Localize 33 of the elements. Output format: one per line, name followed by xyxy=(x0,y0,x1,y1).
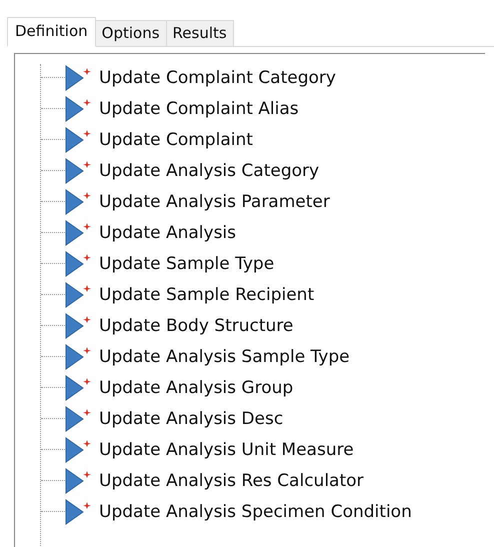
tab[interactable]: Definition xyxy=(7,17,96,47)
arrow-star-icon xyxy=(65,312,93,338)
tree-item[interactable]: Update Analysis xyxy=(99,222,236,242)
arrow-star-icon xyxy=(65,406,93,432)
arrow-star-icon xyxy=(65,250,93,276)
tree-item[interactable]: Update Analysis Res Calculator xyxy=(99,470,364,490)
arrow-star-icon xyxy=(65,126,93,152)
arrow-star-icon xyxy=(65,436,93,462)
tree-item[interactable]: Update Complaint xyxy=(99,130,253,150)
tree-item[interactable]: Update Body Structure xyxy=(99,316,294,336)
arrow-star-icon xyxy=(65,64,93,90)
arrow-star-icon xyxy=(65,344,93,370)
tree-item[interactable]: Update Analysis Sample Type xyxy=(99,346,350,366)
tree-item[interactable]: Update Sample Recipient xyxy=(99,284,314,304)
tree-item[interactable]: Update Analysis Specimen Condition xyxy=(99,502,412,522)
tab[interactable]: Results xyxy=(166,20,234,46)
tree-item[interactable]: Update Analysis Desc xyxy=(99,408,284,428)
arrow-star-icon xyxy=(65,158,93,184)
arrow-star-icon xyxy=(65,282,93,308)
tab[interactable]: Options xyxy=(94,20,167,46)
tree-item[interactable]: Update Sample Type xyxy=(99,254,274,274)
arrow-star-icon xyxy=(65,468,93,494)
arrow-star-icon xyxy=(65,96,93,122)
tree-item[interactable]: Update Complaint Category xyxy=(99,68,336,88)
tree-item[interactable]: Update Analysis Unit Measure xyxy=(99,440,354,460)
arrow-star-icon xyxy=(65,188,93,214)
tree-item[interactable]: Update Analysis Category xyxy=(99,160,320,180)
arrow-star-icon xyxy=(65,498,93,524)
tree-item[interactable]: Update Analysis Group xyxy=(99,378,294,398)
arrow-star-icon xyxy=(65,374,93,400)
arrow-star-icon xyxy=(65,220,93,246)
tree-item[interactable]: Update Complaint Alias xyxy=(99,98,299,118)
tree-item[interactable]: Update Analysis Parameter xyxy=(99,192,330,212)
